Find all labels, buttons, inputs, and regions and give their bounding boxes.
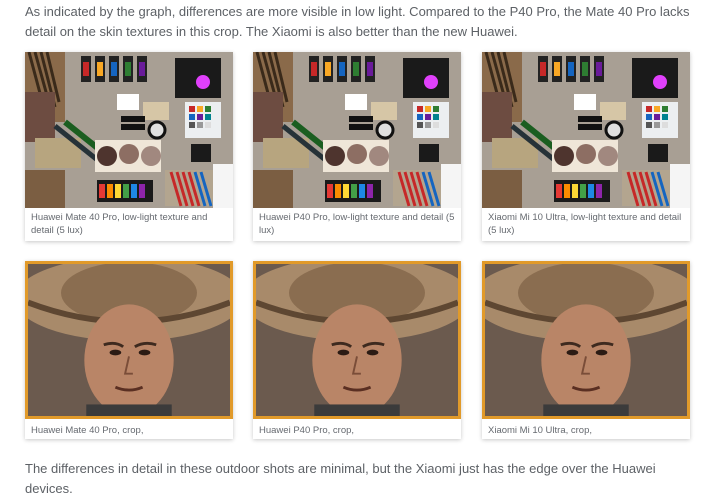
image-caption: Huawei P40 Pro, low-light texture and de… xyxy=(259,212,455,236)
image-caption: Huawei Mate 40 Pro, low-light texture an… xyxy=(31,212,208,236)
image-caption: Huawei Mate 40 Pro, crop, xyxy=(31,425,144,436)
intro-paragraph: As indicated by the graph, differences a… xyxy=(25,4,690,39)
crop-card-mi10[interactable]: Xiaomi Mi 10 Ultra, crop, xyxy=(482,261,690,439)
crop-image[interactable] xyxy=(253,261,461,419)
crop-card-mate40[interactable]: Huawei Mate 40 Pro, crop, xyxy=(25,261,233,439)
texture-card-mi10[interactable]: Xiaomi Mi 10 Ultra, low-light texture an… xyxy=(482,52,690,241)
texture-card-p40[interactable]: Huawei P40 Pro, low-light texture and de… xyxy=(253,52,461,241)
texture-image[interactable] xyxy=(25,52,233,208)
image-caption: Huawei P40 Pro, crop, xyxy=(259,425,355,436)
texture-card-mate40[interactable]: Huawei Mate 40 Pro, low-light texture an… xyxy=(25,52,233,241)
image-caption: Xiaomi Mi 10 Ultra, low-light texture an… xyxy=(488,212,682,236)
texture-image[interactable] xyxy=(253,52,461,208)
crop-card-p40[interactable]: Huawei P40 Pro, crop, xyxy=(253,261,461,439)
crop-image[interactable] xyxy=(482,261,690,419)
outro-paragraph: The differences in detail in these outdo… xyxy=(25,461,656,496)
image-caption: Xiaomi Mi 10 Ultra, crop, xyxy=(488,425,593,436)
texture-image[interactable] xyxy=(482,52,690,208)
crop-image[interactable] xyxy=(25,261,233,419)
